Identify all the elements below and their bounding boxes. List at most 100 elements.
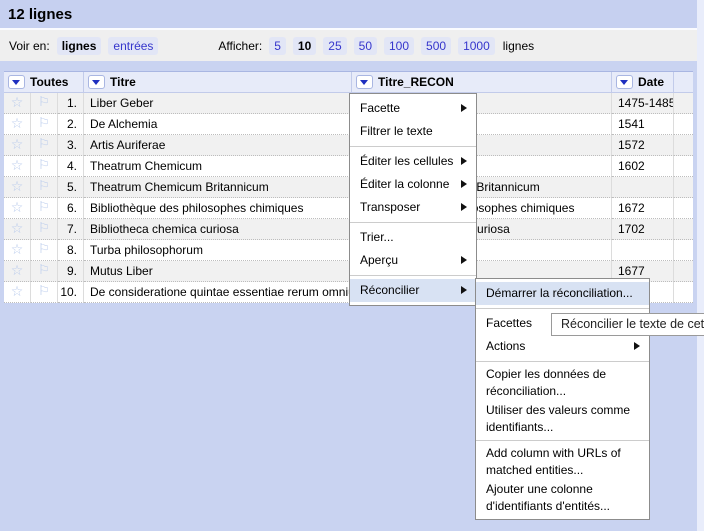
page-size-100[interactable]: 100 xyxy=(384,37,414,55)
menu-separator xyxy=(350,275,476,276)
cell-date[interactable] xyxy=(612,240,674,261)
star-icon[interactable]: ☆ xyxy=(4,114,31,135)
cell-titre[interactable]: Mutus Liber xyxy=(84,261,352,282)
star-icon[interactable]: ☆ xyxy=(4,135,31,156)
page-size-500[interactable]: 500 xyxy=(421,37,451,55)
flag-icon[interactable]: ⚐ xyxy=(31,240,58,261)
menu-item-transposer[interactable]: Transposer xyxy=(350,196,476,219)
column-menu-button[interactable] xyxy=(616,75,633,89)
submenu-arrow-icon xyxy=(461,286,467,294)
menu-item-label: Réconcilier xyxy=(360,283,419,297)
star-icon[interactable]: ☆ xyxy=(4,240,31,261)
cell-titre[interactable]: Theatrum Chemicum xyxy=(84,156,352,177)
submenu-item-ajouter-une-colonne-d-identifiants-d-entit-s[interactable]: Ajouter une colonne d'identifiants d'ent… xyxy=(476,480,649,516)
column-header-date: Date xyxy=(612,72,674,93)
view-switcher: lignes entrées xyxy=(50,39,159,53)
table-header-row: ToutesTitreTitre_RECONDate xyxy=(4,71,693,93)
flag-icon[interactable]: ⚐ xyxy=(31,261,58,282)
chevron-down-icon xyxy=(620,80,628,85)
cell-titre[interactable]: Theatrum Chemicum Britannicum xyxy=(84,177,352,198)
cell-titre[interactable]: Bibliotheca chemica curiosa xyxy=(84,219,352,240)
cell-date[interactable]: 1602 xyxy=(612,156,674,177)
page-size-1000[interactable]: 1000 xyxy=(458,37,495,55)
cell-filler xyxy=(674,114,693,135)
page-size-5[interactable]: 5 xyxy=(269,37,286,55)
page-size-25[interactable]: 25 xyxy=(323,37,346,55)
menu-item-aper-u[interactable]: Aperçu xyxy=(350,249,476,272)
cell-date[interactable] xyxy=(612,177,674,198)
star-icon[interactable]: ☆ xyxy=(4,198,31,219)
row-index: 3. xyxy=(58,135,84,156)
submenu-item-utiliser-des-valeurs-comme-identifiants[interactable]: Utiliser des valeurs comme identifiants.… xyxy=(476,401,649,437)
flag-icon[interactable]: ⚐ xyxy=(31,177,58,198)
submenu-item-copier-les-donn-es-de-r-conciliation[interactable]: Copier les données de réconciliation... xyxy=(476,365,649,401)
menu-item-label: Facette xyxy=(360,101,400,115)
menu-item-label: Démarrer la réconciliation... xyxy=(486,286,633,300)
star-icon[interactable]: ☆ xyxy=(4,282,31,303)
cell-filler xyxy=(674,261,693,282)
menu-item-label: Trier... xyxy=(360,230,394,244)
flag-icon[interactable]: ⚐ xyxy=(31,282,58,303)
cell-date[interactable]: 1475-1485 xyxy=(612,93,674,114)
view-as-label: Voir en: xyxy=(9,39,50,53)
menu-item-filtrer-le-texte[interactable]: Filtrer le texte xyxy=(350,120,476,143)
row-index: 2. xyxy=(58,114,84,135)
menu-item-label: Copier les données de réconciliation... xyxy=(486,367,606,398)
column-dropdown-menu: Facette Filtrer le texte Éditer les cellul… xyxy=(349,93,477,306)
cell-filler xyxy=(674,93,693,114)
page-size-50[interactable]: 50 xyxy=(354,37,377,55)
view-option-lignes[interactable]: lignes xyxy=(57,37,102,55)
star-icon[interactable]: ☆ xyxy=(4,156,31,177)
cell-titre[interactable]: Bibliothèque des philosophes chimiques xyxy=(84,198,352,219)
rows-suffix-label: lignes xyxy=(503,39,534,53)
menu-item-label: Add column with URLs of matched entities… xyxy=(486,446,621,477)
flag-icon[interactable]: ⚐ xyxy=(31,135,58,156)
menu-item-diter-les-cellules[interactable]: Éditer les cellules xyxy=(350,150,476,173)
row-index: 1. xyxy=(58,93,84,114)
column-menu-button[interactable] xyxy=(88,75,105,89)
column-header-filler xyxy=(674,72,693,93)
star-icon[interactable]: ☆ xyxy=(4,261,31,282)
menu-item-facette[interactable]: Facette xyxy=(350,97,476,120)
row-index: 5. xyxy=(58,177,84,198)
menu-item-label: Utiliser des valeurs comme identifiants.… xyxy=(486,403,630,434)
page-size-10[interactable]: 10 xyxy=(293,37,316,55)
star-icon[interactable]: ☆ xyxy=(4,177,31,198)
star-icon[interactable]: ☆ xyxy=(4,219,31,240)
star-icon[interactable]: ☆ xyxy=(4,93,31,114)
cell-filler xyxy=(674,198,693,219)
cell-date[interactable]: 1572 xyxy=(612,135,674,156)
menu-item-label: Ajouter une colonne d'identifiants d'ent… xyxy=(486,482,610,513)
cell-date[interactable]: 1672 xyxy=(612,198,674,219)
flag-icon[interactable]: ⚐ xyxy=(31,114,58,135)
cell-titre[interactable]: De Alchemia xyxy=(84,114,352,135)
menu-separator xyxy=(476,308,649,309)
flag-icon[interactable]: ⚐ xyxy=(31,93,58,114)
menu-item-label: Filtrer le texte xyxy=(360,124,433,138)
submenu-item-add-column-with-urls-of-matched-entities[interactable]: Add column with URLs of matched entities… xyxy=(476,444,649,480)
cell-titre[interactable]: Liber Geber xyxy=(84,93,352,114)
menu-item-trier[interactable]: Trier... xyxy=(350,226,476,249)
menu-item-r-concilier[interactable]: Réconcilier xyxy=(350,279,476,302)
column-menu-button[interactable] xyxy=(356,75,373,89)
column-menu-button[interactable] xyxy=(8,75,25,89)
menu-item-label: Éditer les cellules xyxy=(360,154,453,168)
flag-icon[interactable]: ⚐ xyxy=(31,156,58,177)
cell-titre[interactable]: Turba philosophorum xyxy=(84,240,352,261)
submenu-item-actions[interactable]: Actions xyxy=(476,335,649,358)
cell-titre[interactable]: Artis Auriferae xyxy=(84,135,352,156)
column-header-titre_recon: Titre_RECON xyxy=(352,72,612,93)
flag-icon[interactable]: ⚐ xyxy=(31,198,58,219)
cell-titre[interactable]: De consideratione quintae essentiae reru… xyxy=(84,282,352,303)
view-option-entrées[interactable]: entrées xyxy=(108,37,158,55)
cell-date[interactable]: 1541 xyxy=(612,114,674,135)
column-header-label: Titre_RECON xyxy=(378,72,454,93)
submenu-item-d-marrer-la-r-conciliation[interactable]: Démarrer la réconciliation... xyxy=(476,282,649,305)
title-bar: 12 lignes xyxy=(0,0,697,28)
menu-item-diter-la-colonne[interactable]: Éditer la colonne xyxy=(350,173,476,196)
flag-icon[interactable]: ⚐ xyxy=(31,219,58,240)
cell-date[interactable]: 1702 xyxy=(612,219,674,240)
cell-filler xyxy=(674,156,693,177)
column-header-toutes: Toutes xyxy=(4,72,84,93)
cell-filler xyxy=(674,135,693,156)
